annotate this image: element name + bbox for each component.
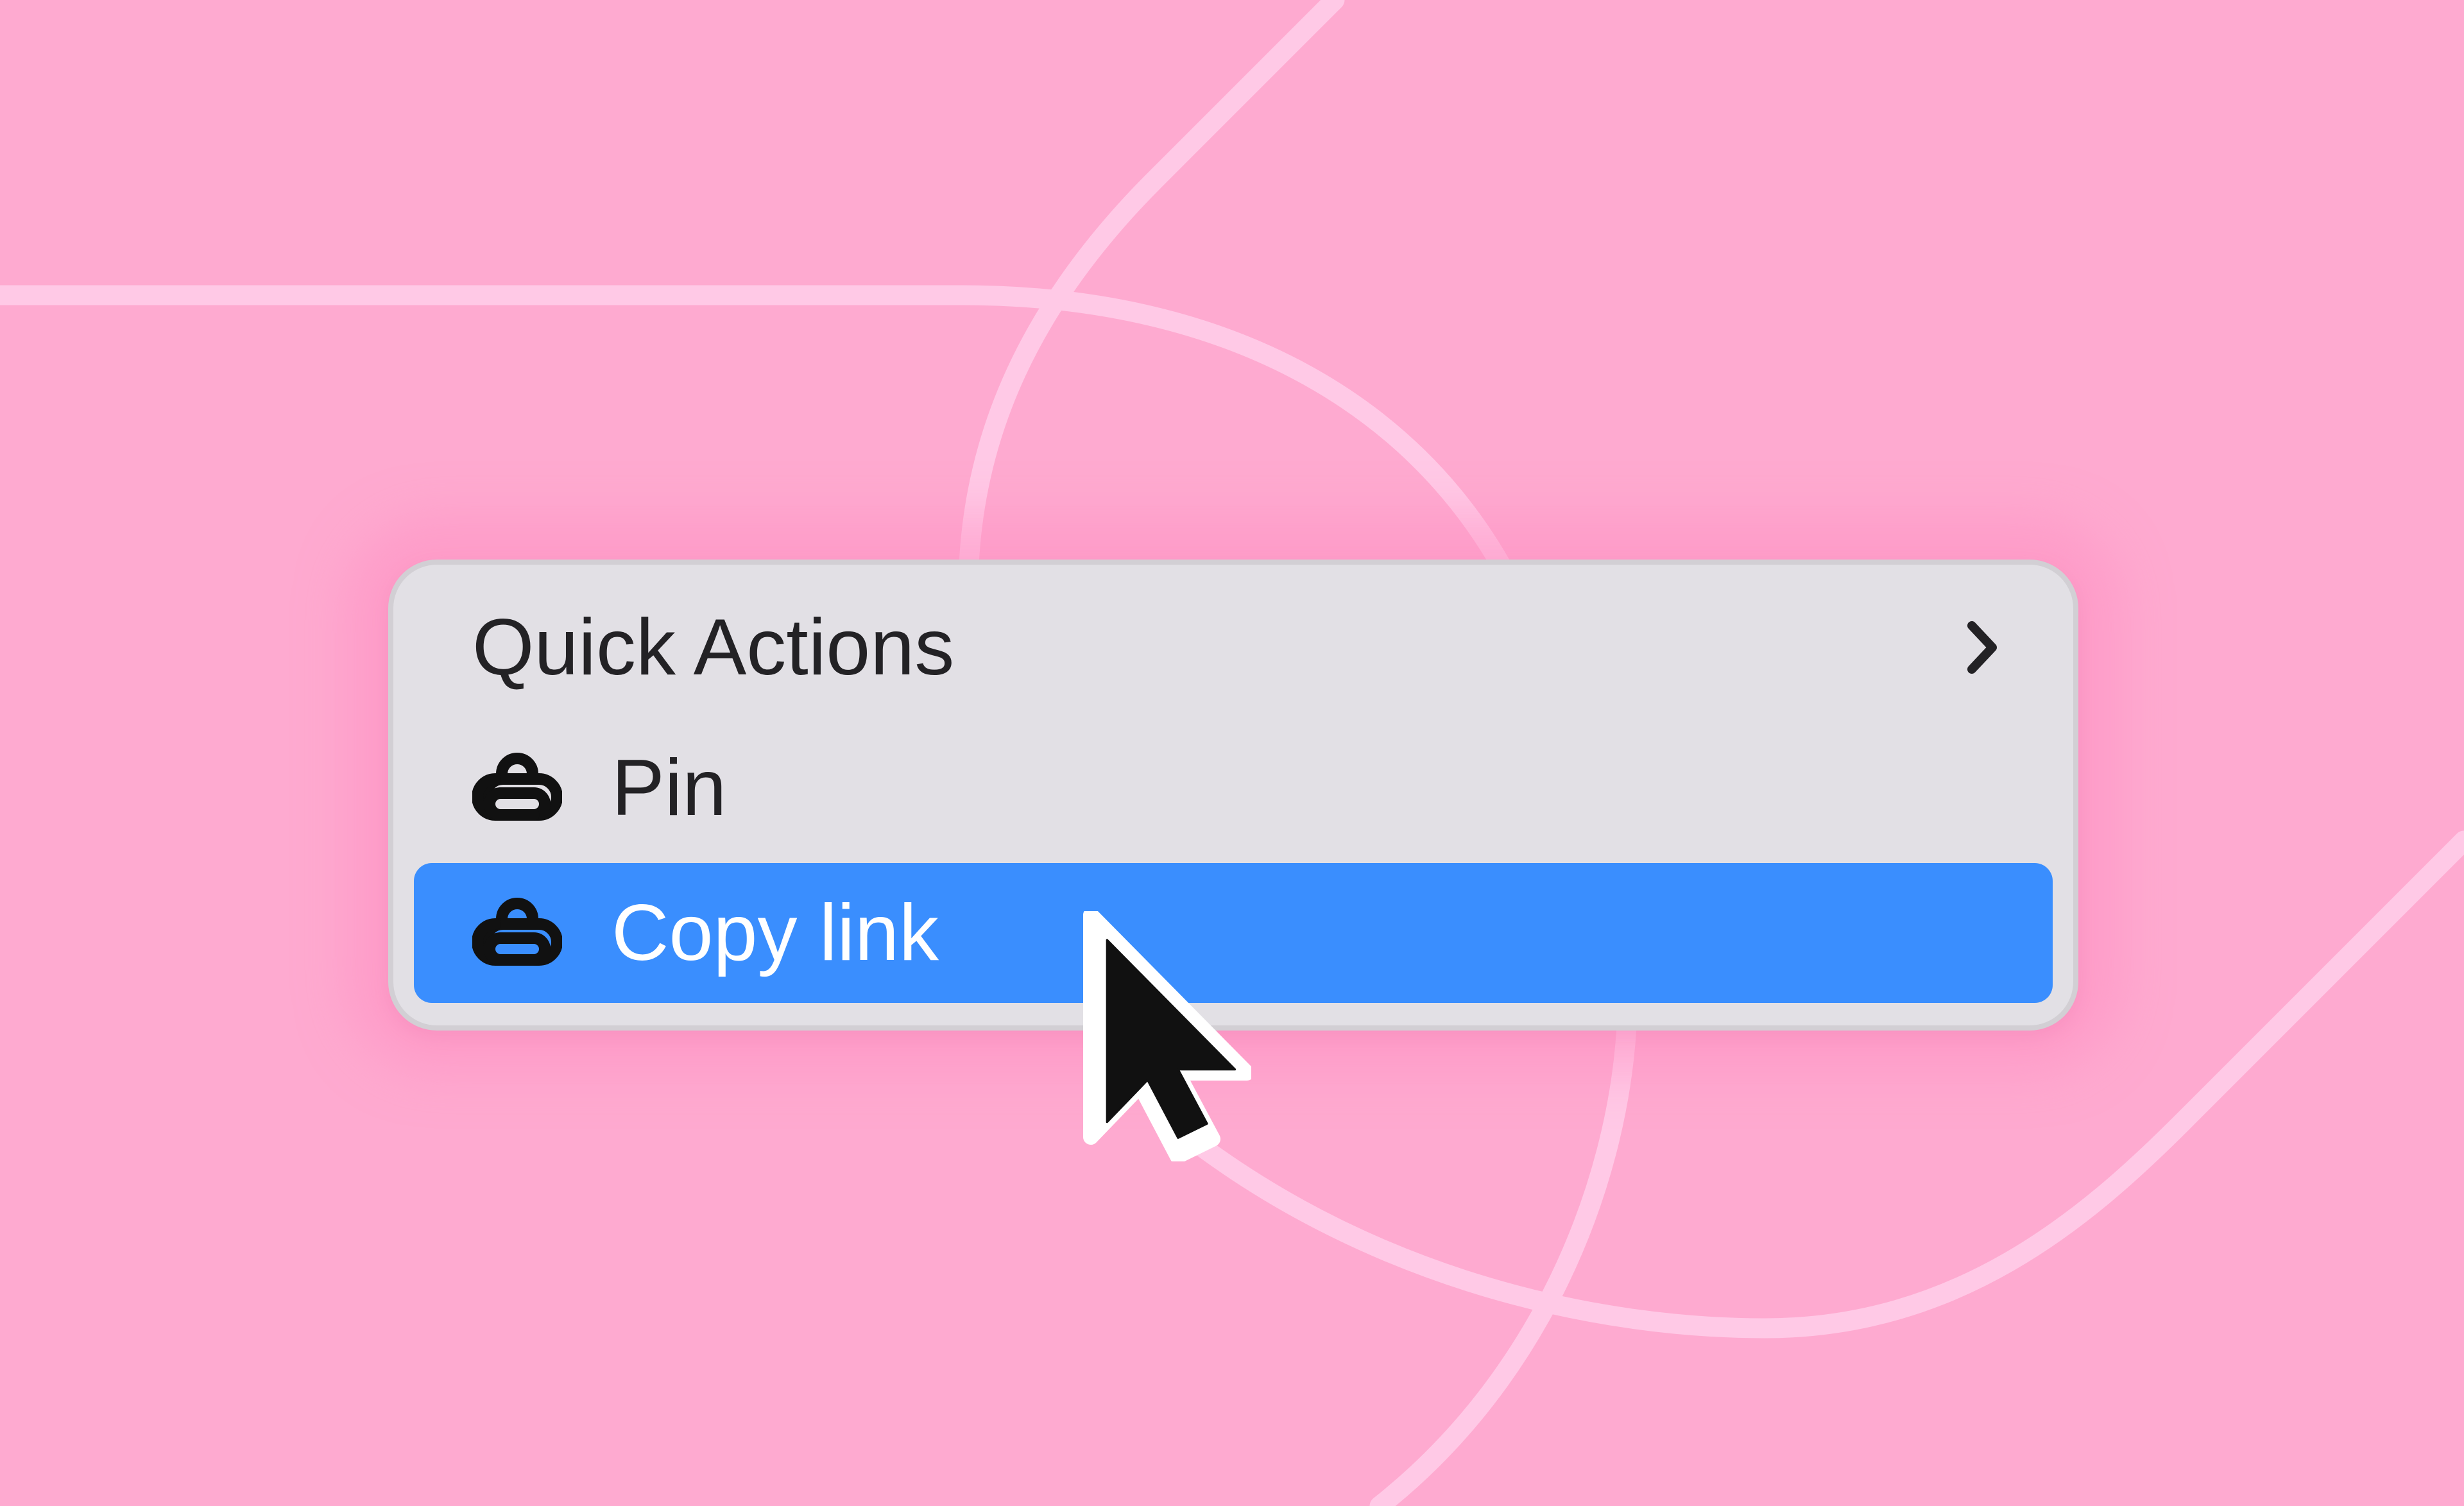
menu-item-pin[interactable]: Pin <box>414 718 2053 858</box>
menu-item-label: Pin <box>612 744 727 832</box>
linked-rings-icon <box>472 753 562 821</box>
menu-item-label: Copy link <box>612 889 939 977</box>
linked-rings-icon <box>472 898 562 966</box>
menu-item-label: Quick Actions <box>472 603 955 692</box>
background-line-upper-arc <box>959 0 1345 575</box>
menu-item-quick-actions[interactable]: Quick Actions <box>414 578 2053 717</box>
arrow-pointer-icon <box>1083 911 1251 1161</box>
background-line-horizontal <box>0 285 1518 588</box>
chevron-right-icon <box>1967 621 1997 674</box>
